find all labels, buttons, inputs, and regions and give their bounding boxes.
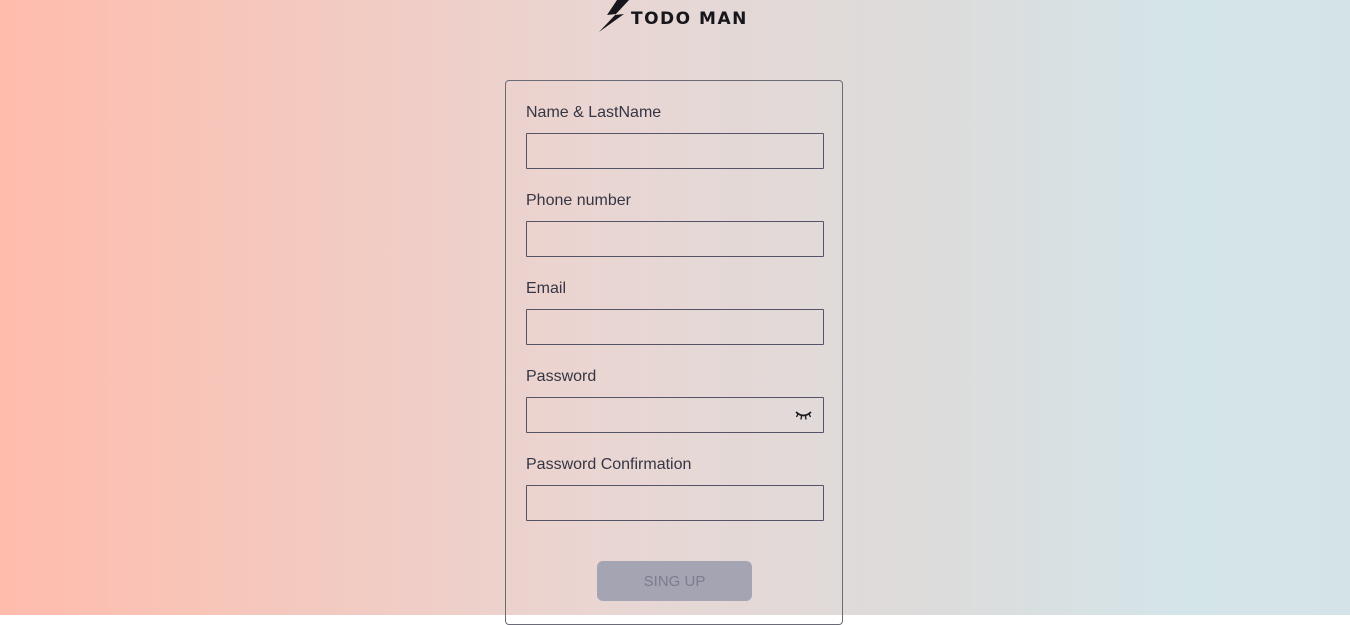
name-input[interactable] [526, 133, 824, 169]
phone-input[interactable] [526, 221, 824, 257]
signup-form: Name & LastName Phone number Email Passw… [505, 80, 843, 625]
email-label: Email [526, 280, 567, 297]
password-input[interactable] [526, 397, 824, 433]
brand-name: TODO MAN [631, 9, 748, 29]
email-input[interactable] [526, 309, 824, 345]
phone-label: Phone number [526, 192, 631, 209]
name-label: Name & LastName [526, 104, 662, 121]
lightning-bolt-icon [599, 0, 629, 32]
password-confirmation-label: Password Confirmation [526, 456, 692, 473]
brand-logo: TODO MAN [599, 0, 748, 34]
password-confirmation-input[interactable] [526, 485, 824, 521]
password-label: Password [526, 368, 597, 385]
eye-closed-icon[interactable] [795, 409, 812, 421]
signup-button[interactable]: SING UP [597, 561, 752, 601]
